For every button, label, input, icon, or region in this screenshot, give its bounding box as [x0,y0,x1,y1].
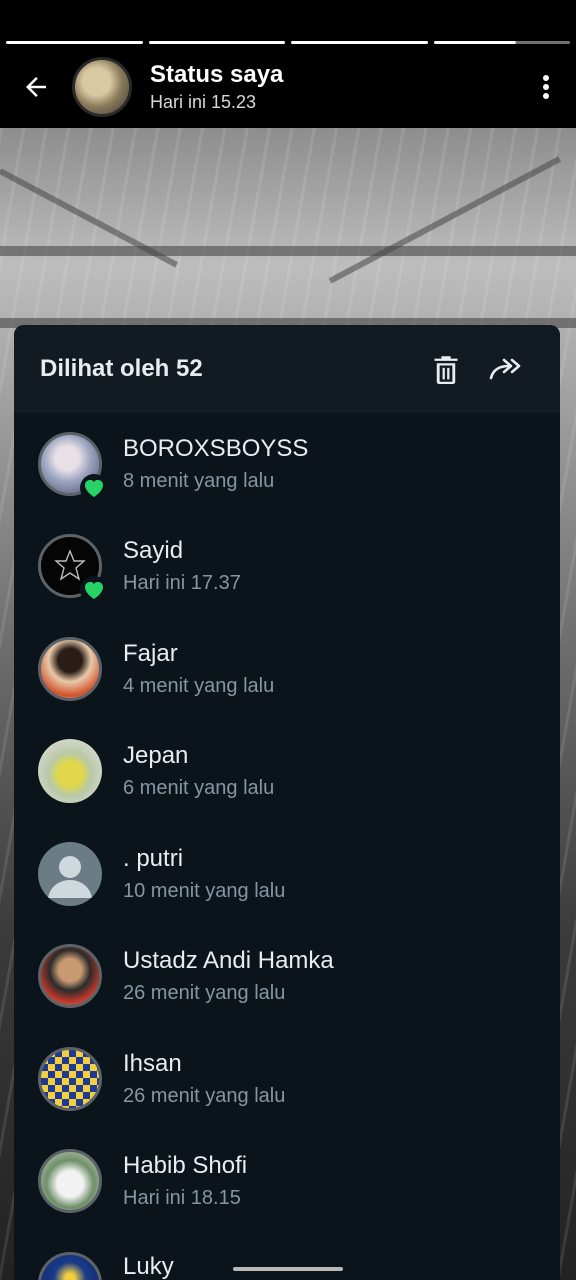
viewer-time: Hari ini 18.15 [123,1187,241,1209]
viewer-name: Habib Shofi [123,1152,248,1179]
list-item[interactable]: Ihsan 26 menit yang lalu [14,1028,560,1130]
viewer-time: 10 menit yang lalu [123,880,286,902]
viewers-sheet-header: Dilihat oleh 52 [14,325,560,413]
list-item[interactable]: Sayid Hari ini 17.37 [14,515,560,617]
progress-segment [148,41,285,44]
viewer-time: 4 menit yang lalu [123,675,275,697]
viewer-name: Sayid [123,537,184,564]
avatar [38,637,102,701]
gesture-home-bar[interactable] [233,1267,343,1271]
page-title: Status saya [150,61,284,88]
trash-icon [434,356,458,384]
forward-button[interactable] [476,339,536,399]
heart-icon [80,576,108,604]
viewer-time: 8 menit yang lalu [123,470,275,492]
list-item[interactable]: Habib Shofi Hari ini 18.15 [14,1130,560,1232]
viewer-time: 26 menit yang lalu [123,1085,286,1107]
roof-truss [328,156,561,284]
viewer-name: Jepan [123,742,189,769]
list-item[interactable]: Luky [14,1233,560,1280]
viewer-time: Hari ini 17.37 [123,572,241,594]
status-header: Status saya Hari ini 15.23 [0,46,576,128]
avatar [38,1252,102,1280]
progress-segment-current [433,41,570,44]
list-item[interactable]: . putri 10 menit yang lalu [14,823,560,925]
avatar [38,1047,102,1111]
more-vert-icon [543,75,549,99]
viewer-name: Ihsan [123,1050,182,1077]
more-options-button[interactable] [516,74,576,100]
viewers-count: Dilihat oleh 52 [40,355,203,382]
viewer-name: Ustadz Andi Hamka [123,947,334,974]
default-avatar-icon [48,856,92,898]
back-button[interactable] [0,46,72,128]
avatar [38,944,102,1008]
viewer-name: BOROXSBOYSS [123,435,309,462]
arrow-left-icon [26,77,46,97]
avatar [72,57,132,117]
status-progress-bar [6,41,570,44]
avatar [38,739,102,803]
heart-icon [80,474,108,502]
viewer-time: 26 menit yang lalu [123,982,286,1004]
delete-button[interactable] [416,339,476,399]
forward-icon [489,358,521,380]
status-timestamp: Hari ini 15.23 [150,92,257,112]
avatar [38,842,102,906]
viewer-name: Luky [123,1253,174,1280]
list-item[interactable]: Jepan 6 menit yang lalu [14,720,560,822]
viewer-name: . putri [123,845,184,872]
roof-beam [0,246,576,256]
viewer-time: 6 menit yang lalu [123,777,275,799]
list-item[interactable]: Fajar 4 menit yang lalu [14,618,560,720]
list-item[interactable]: Ustadz Andi Hamka 26 menit yang lalu [14,925,560,1027]
progress-segment [291,41,428,44]
viewer-name: Fajar [123,640,178,667]
progress-segment [6,41,143,44]
viewers-sheet: Dilihat oleh 52 BOROXSBOYSS 8 menit yang… [14,325,560,1280]
list-item[interactable]: BOROXSBOYSS 8 menit yang lalu [14,413,560,515]
avatar [38,1149,102,1213]
